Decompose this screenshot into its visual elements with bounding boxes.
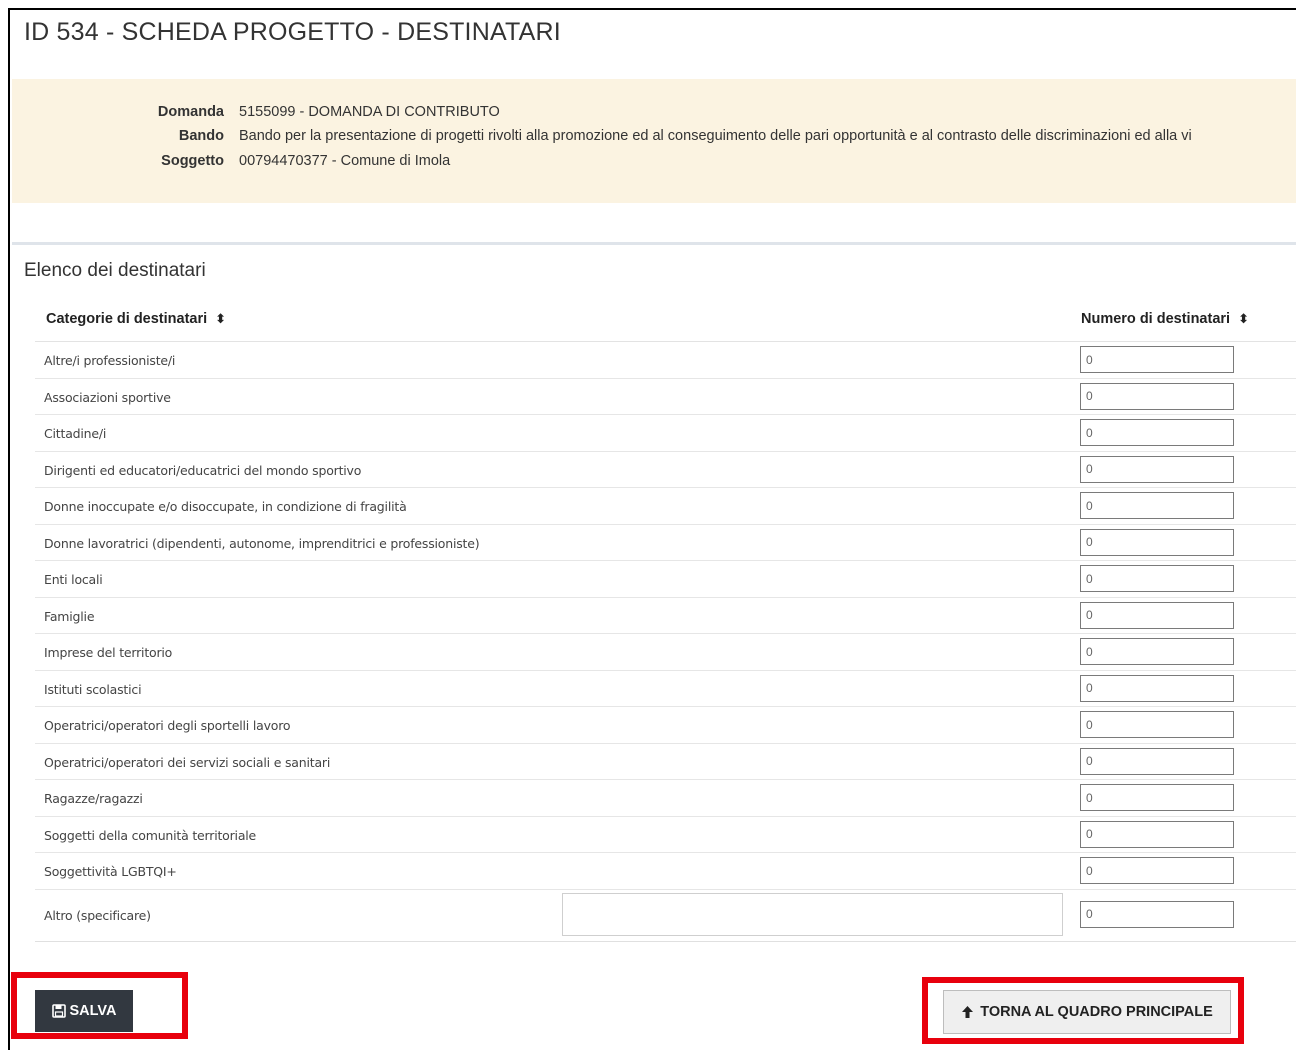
row-category-label: Cittadine/i <box>44 426 107 441</box>
table-row: Imprese del territorio <box>35 634 1296 671</box>
sort-icon[interactable]: ⬍ <box>215 311 226 326</box>
soggetto-value: 00794470377 - Comune di Imola <box>239 153 451 169</box>
column-header-number[interactable]: Numero di destinatari ⬍ <box>1081 311 1249 327</box>
bando-label: Bando <box>178 128 224 144</box>
row-category-label: Operatrici/operatori dei servizi sociali… <box>44 754 331 770</box>
table-row: Cittadine/i <box>35 415 1296 452</box>
row-category-label: Dirigenti ed educatori/educatrici del mo… <box>44 462 362 478</box>
recipients-count-input[interactable] <box>1080 565 1234 592</box>
recipients-count-input[interactable] <box>1080 528 1234 556</box>
row-category-label: Donne lavoratrici (dipendenti, autonome,… <box>44 535 480 551</box>
row-category-label: Soggettività LGBTQI+ <box>44 864 177 879</box>
table-row: Operatrici/operatori dei servizi sociali… <box>35 744 1296 780</box>
bando-value: Bando per la presentazione di progetti r… <box>239 128 1192 144</box>
page-frame: ID 534 - SCHEDA PROGETTO - DESTINATARI D… <box>8 8 1296 1050</box>
recipients-count-input[interactable] <box>1080 382 1234 410</box>
table-row: Operatrici/operatori degli sportelli lav… <box>35 707 1296 744</box>
recipients-count-input[interactable] <box>1080 419 1234 446</box>
save-button[interactable]: SALVA <box>35 990 133 1032</box>
table-row: Ragazze/ragazzi <box>35 780 1296 817</box>
table-row: Donne lavoratrici (dipendenti, autonome,… <box>35 525 1296 561</box>
column-header-category-label: Categorie di destinatari <box>46 311 208 327</box>
table-row: Dirigenti ed educatori/educatrici del mo… <box>35 452 1296 488</box>
project-info-box: Domanda 5155099 - DOMANDA DI CONTRIBUTO … <box>12 79 1296 203</box>
row-category-label: Associazioni sportive <box>44 389 171 405</box>
table-header: Categorie di destinatari ⬍ Numero di dest… <box>35 302 1296 342</box>
back-button-label: TORNA AL QUADRO PRINCIPALE <box>980 1004 1213 1020</box>
recipients-table: Categorie di destinatari ⬍ Numero di dest… <box>35 302 1296 942</box>
row-category-label: Imprese del territorio <box>44 645 173 660</box>
row-category-label: Istituti scolastici <box>44 681 142 697</box>
arrow-up-icon <box>962 1006 974 1018</box>
section-divider <box>12 242 1296 245</box>
table-row: Associazioni sportive <box>35 379 1296 415</box>
row-category-label: Soggetti della comunità territoriale <box>44 827 257 843</box>
table-row: Famiglie <box>35 598 1296 634</box>
recipients-count-input[interactable] <box>1080 857 1234 884</box>
column-header-number-label: Numero di destinatari <box>1081 311 1231 327</box>
recipients-count-input[interactable] <box>1080 346 1234 373</box>
table-row: Soggettività LGBTQI+ <box>35 853 1296 890</box>
row-category-label: Enti locali <box>44 572 103 587</box>
other-specify-input[interactable] <box>562 892 1063 936</box>
table-row: Soggetti della comunità territoriale <box>35 817 1296 853</box>
table-row: Istituti scolastici <box>35 671 1296 707</box>
table-row: Altre/i professioniste/i <box>35 342 1296 379</box>
recipients-count-input[interactable] <box>1080 492 1234 519</box>
column-header-category[interactable]: Categorie di destinatari ⬍ <box>46 311 226 327</box>
table-row-other: Altro (specificare) <box>35 890 1296 942</box>
save-button-label: SALVA <box>69 1003 117 1019</box>
soggetto-label: Soggetto <box>161 153 224 169</box>
recipients-count-input[interactable] <box>1080 820 1234 848</box>
section-title: Elenco dei destinatari <box>24 260 206 281</box>
recipients-count-input[interactable] <box>1080 900 1234 928</box>
recipients-count-input[interactable] <box>1080 455 1234 483</box>
row-category-label: Ragazze/ragazzi <box>44 791 143 806</box>
domanda-value: 5155099 - DOMANDA DI CONTRIBUTO <box>239 104 500 120</box>
back-to-main-button[interactable]: TORNA AL QUADRO PRINCIPALE <box>943 990 1231 1034</box>
row-category-label: Famiglie <box>44 608 95 624</box>
table-row: Donne inoccupate e/o disoccupate, in con… <box>35 488 1296 525</box>
recipients-count-input[interactable] <box>1080 674 1234 702</box>
row-category-label: Operatrici/operatori degli sportelli lav… <box>44 718 291 733</box>
page-title: ID 534 - SCHEDA PROGETTO - DESTINATARI <box>24 18 561 46</box>
recipients-count-input[interactable] <box>1080 638 1234 665</box>
recipients-count-input[interactable] <box>1080 711 1234 738</box>
row-category-label: Altre/i professioniste/i <box>44 353 176 368</box>
recipients-count-input[interactable] <box>1080 747 1234 775</box>
sort-icon[interactable]: ⬍ <box>1238 311 1249 326</box>
recipients-count-input[interactable] <box>1080 601 1234 629</box>
floppy-disk-icon <box>51 1004 66 1018</box>
table-row: Enti locali <box>35 561 1296 598</box>
recipients-count-input[interactable] <box>1080 784 1234 811</box>
row-category-label: Donne inoccupate e/o disoccupate, in con… <box>44 499 407 514</box>
domanda-label: Domanda <box>157 104 224 120</box>
row-category-label: Altro (specificare) <box>44 907 151 923</box>
